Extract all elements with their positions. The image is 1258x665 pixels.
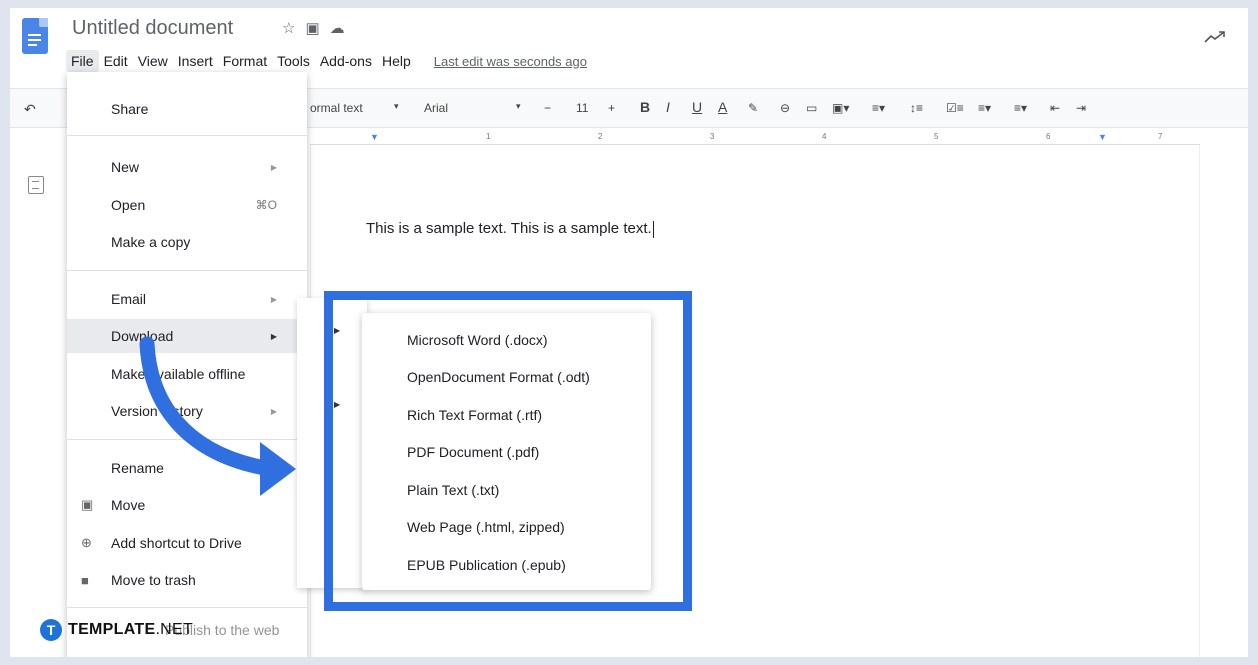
template-net-logo: T TEMPLATE.NET	[40, 619, 193, 641]
logo-suffix: .NET	[155, 621, 194, 638]
logo-text: TEMPLATE.NET	[68, 621, 193, 639]
template-logo-icon: T	[40, 619, 62, 641]
app-window: Untitled document ☆ ▣ ☁ File Edit View I…	[10, 8, 1248, 657]
logo-brand: TEMPLATE	[68, 621, 156, 638]
annotation-arrow-icon	[139, 336, 296, 496]
